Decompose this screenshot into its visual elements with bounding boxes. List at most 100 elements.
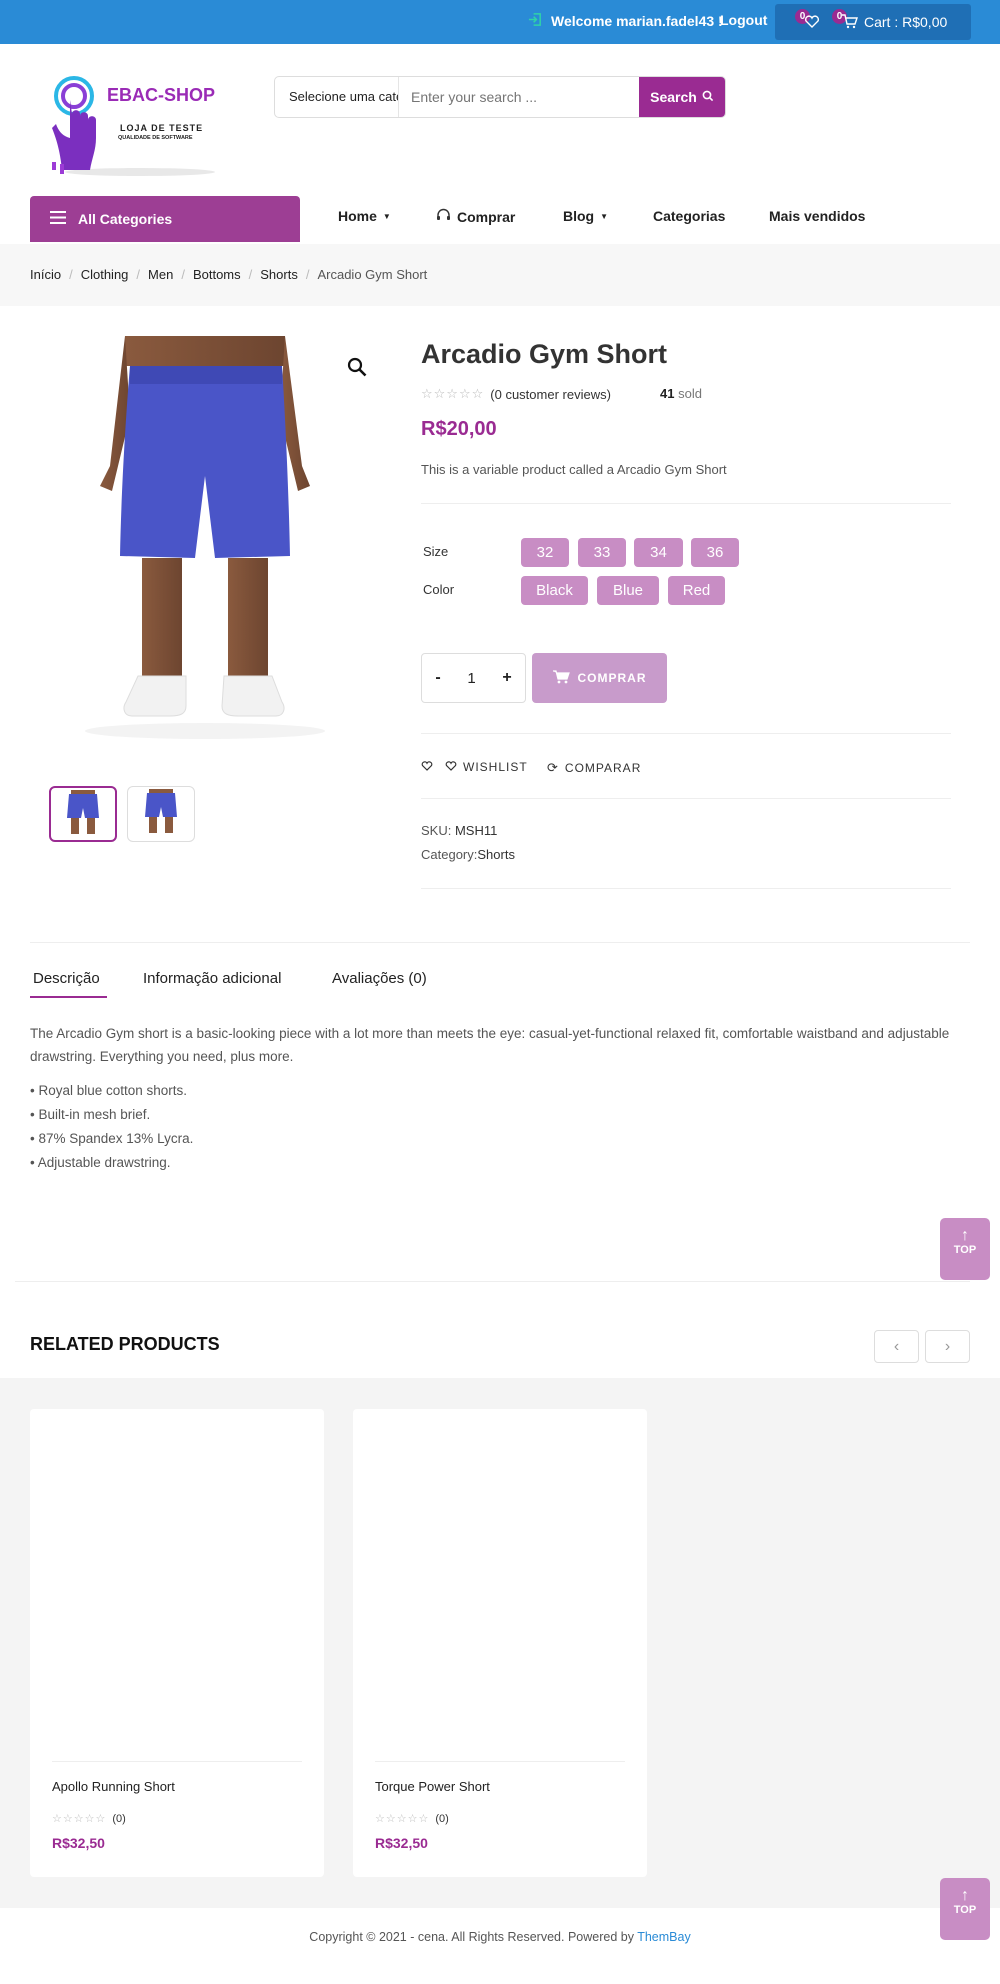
wishlist-button[interactable]: WISHLIST bbox=[421, 760, 528, 774]
list-item: • Adjustable drawstring. bbox=[30, 1155, 171, 1170]
rating-count: (0) bbox=[112, 1812, 126, 1825]
product-title: Arcadio Gym Short bbox=[421, 339, 668, 369]
cart-total: Cart : R$0,00 bbox=[864, 14, 948, 30]
size-swatch-32[interactable]: 32 bbox=[521, 538, 569, 567]
product-card[interactable]: Torque Power Short ☆☆☆☆☆ (0) R$32,50 bbox=[353, 1409, 647, 1877]
search-bar: Selecione uma categoria Search bbox=[274, 76, 726, 118]
footer: Copyright © 2021 - cena. All Rights Rese… bbox=[0, 1930, 1000, 1944]
product-description: The Arcadio Gym short is a basic-looking… bbox=[30, 1026, 950, 1064]
nav-comprar-label: Comprar bbox=[457, 208, 516, 225]
divider bbox=[30, 942, 970, 943]
back-to-top-button[interactable]: ↑ TOP bbox=[940, 1218, 990, 1280]
nav-mais-vendidos-label: Mais vendidos bbox=[769, 208, 866, 224]
sold-label: sold bbox=[678, 386, 702, 401]
category-select[interactable]: Selecione uma categoria bbox=[275, 77, 399, 117]
category-link[interactable]: Shorts bbox=[477, 847, 515, 862]
divider bbox=[421, 733, 951, 734]
compare-label: COMPARAR bbox=[564, 761, 642, 775]
breadcrumb-separator: / bbox=[305, 267, 310, 282]
headset-icon bbox=[436, 208, 451, 225]
product-thumbnail[interactable] bbox=[49, 786, 117, 842]
chevron-right-icon: › bbox=[944, 1338, 951, 1355]
star-rating-icon: ☆☆☆☆☆ bbox=[52, 1813, 107, 1825]
quantity-input[interactable]: 1 bbox=[467, 670, 475, 687]
welcome-link[interactable]: Welcome marian.fadel43 ! bbox=[528, 12, 723, 30]
site-logo[interactable]: EBAC-SHOP LOJA DE TESTE QUALIDADE DE SOF… bbox=[40, 70, 230, 180]
carousel-next-button[interactable]: › bbox=[925, 1330, 970, 1363]
quantity-increase-button[interactable]: + bbox=[502, 669, 511, 687]
logo-tagline: QUALIDADE DE SOFTWARE bbox=[118, 135, 193, 141]
product-rating: ☆☆☆☆☆ (0 customer reviews) bbox=[421, 386, 611, 402]
color-swatch-red[interactable]: Red bbox=[668, 576, 725, 605]
top-bar: Welcome marian.fadel43 ! Logout 0 0 Cart… bbox=[0, 0, 1000, 44]
quantity-stepper: - 1 + bbox=[421, 653, 526, 703]
breadcrumb-bottoms[interactable]: Bottoms bbox=[193, 267, 241, 282]
breadcrumb-separator: / bbox=[136, 267, 141, 282]
product-card-rating: ☆☆☆☆☆ (0) bbox=[52, 1812, 126, 1826]
breadcrumb-men[interactable]: Men bbox=[148, 267, 173, 282]
search-icon bbox=[702, 89, 714, 105]
nav-comprar[interactable]: Comprar bbox=[436, 208, 515, 225]
zoom-icon[interactable] bbox=[347, 357, 367, 380]
list-item: • Royal blue cotton shorts. bbox=[30, 1083, 188, 1098]
carousel-prev-button[interactable]: ‹ bbox=[874, 1330, 919, 1363]
heart-icon[interactable] bbox=[804, 14, 820, 31]
breadcrumb-shorts[interactable]: Shorts bbox=[260, 267, 298, 282]
login-icon bbox=[528, 12, 543, 30]
chevron-left-icon: ‹ bbox=[893, 1338, 900, 1355]
breadcrumb-clothing[interactable]: Clothing bbox=[81, 267, 129, 282]
add-to-cart-button[interactable]: COMPRAR bbox=[532, 653, 667, 703]
breadcrumb-separator: / bbox=[248, 267, 253, 282]
divider bbox=[421, 888, 951, 889]
color-swatch-blue[interactable]: Blue bbox=[597, 576, 659, 605]
feature-list: • Royal blue cotton shorts. • Built-in m… bbox=[30, 1079, 193, 1175]
nav-blog[interactable]: Blog ▼ bbox=[563, 208, 608, 224]
cart-icon bbox=[552, 669, 570, 687]
sold-count: 41 sold bbox=[660, 386, 702, 401]
powered-by-link[interactable]: ThemBay bbox=[637, 1930, 691, 1944]
product-price: R$20,00 bbox=[421, 418, 497, 440]
list-item: • 87% Spandex 13% Lycra. bbox=[30, 1131, 194, 1146]
nav-categorias[interactable]: Categorias bbox=[653, 208, 725, 224]
sold-number: 41 bbox=[660, 386, 675, 401]
mini-cart[interactable]: 0 0 Cart : R$0,00 bbox=[775, 4, 971, 40]
product-category: Category:Shorts bbox=[421, 847, 515, 862]
sku-value: MSH11 bbox=[454, 823, 498, 838]
refresh-icon: ⟳ bbox=[547, 760, 559, 775]
product-main-image[interactable] bbox=[30, 336, 390, 766]
nav-home-label: Home bbox=[338, 208, 377, 224]
divider bbox=[421, 503, 951, 504]
related-products-heading: RELATED PRODUCTS bbox=[30, 1334, 220, 1354]
quantity-decrease-button[interactable]: - bbox=[435, 669, 440, 687]
product-card-title[interactable]: Apollo Running Short bbox=[52, 1779, 175, 1794]
all-categories-button[interactable]: All Categories bbox=[30, 196, 300, 242]
logout-link[interactable]: Logout bbox=[720, 12, 767, 28]
product-thumbnail[interactable] bbox=[127, 786, 195, 842]
logo-subtitle: LOJA DE TESTE bbox=[120, 123, 204, 133]
tab-avaliacoes[interactable]: Avaliações (0) bbox=[332, 970, 427, 987]
tab-descricao[interactable]: Descrição bbox=[33, 970, 100, 987]
wishlist-label: WISHLIST bbox=[463, 760, 528, 774]
compare-button[interactable]: ⟳ COMPARAR bbox=[547, 760, 641, 776]
reviews-link[interactable]: (0 customer reviews) bbox=[490, 387, 611, 402]
search-button-label: Search bbox=[650, 89, 697, 105]
product-card[interactable]: Apollo Running Short ☆☆☆☆☆ (0) R$32,50 bbox=[30, 1409, 324, 1877]
nav-mais-vendidos[interactable]: Mais vendidos bbox=[769, 208, 865, 224]
color-swatch-black[interactable]: Black bbox=[521, 576, 588, 605]
product-card-price: R$32,50 bbox=[375, 1835, 428, 1851]
sku-label: SKU: bbox=[421, 823, 452, 838]
size-swatch-33[interactable]: 33 bbox=[578, 538, 626, 567]
product-card-title[interactable]: Torque Power Short bbox=[375, 1779, 490, 1794]
size-swatch-36[interactable]: 36 bbox=[691, 538, 739, 567]
hamburger-icon bbox=[50, 211, 66, 227]
breadcrumb-separator: / bbox=[69, 267, 73, 282]
heart-icon bbox=[445, 760, 457, 774]
active-tab-indicator bbox=[30, 996, 107, 998]
breadcrumb-inicio[interactable]: Início bbox=[30, 267, 61, 282]
size-swatch-34[interactable]: 34 bbox=[634, 538, 683, 567]
tab-informacao-adicional[interactable]: Informação adicional bbox=[143, 970, 281, 987]
nav-home[interactable]: Home ▼ bbox=[338, 208, 391, 224]
cart-icon[interactable] bbox=[841, 14, 858, 32]
search-input[interactable] bbox=[399, 77, 639, 117]
search-button[interactable]: Search bbox=[639, 77, 725, 117]
